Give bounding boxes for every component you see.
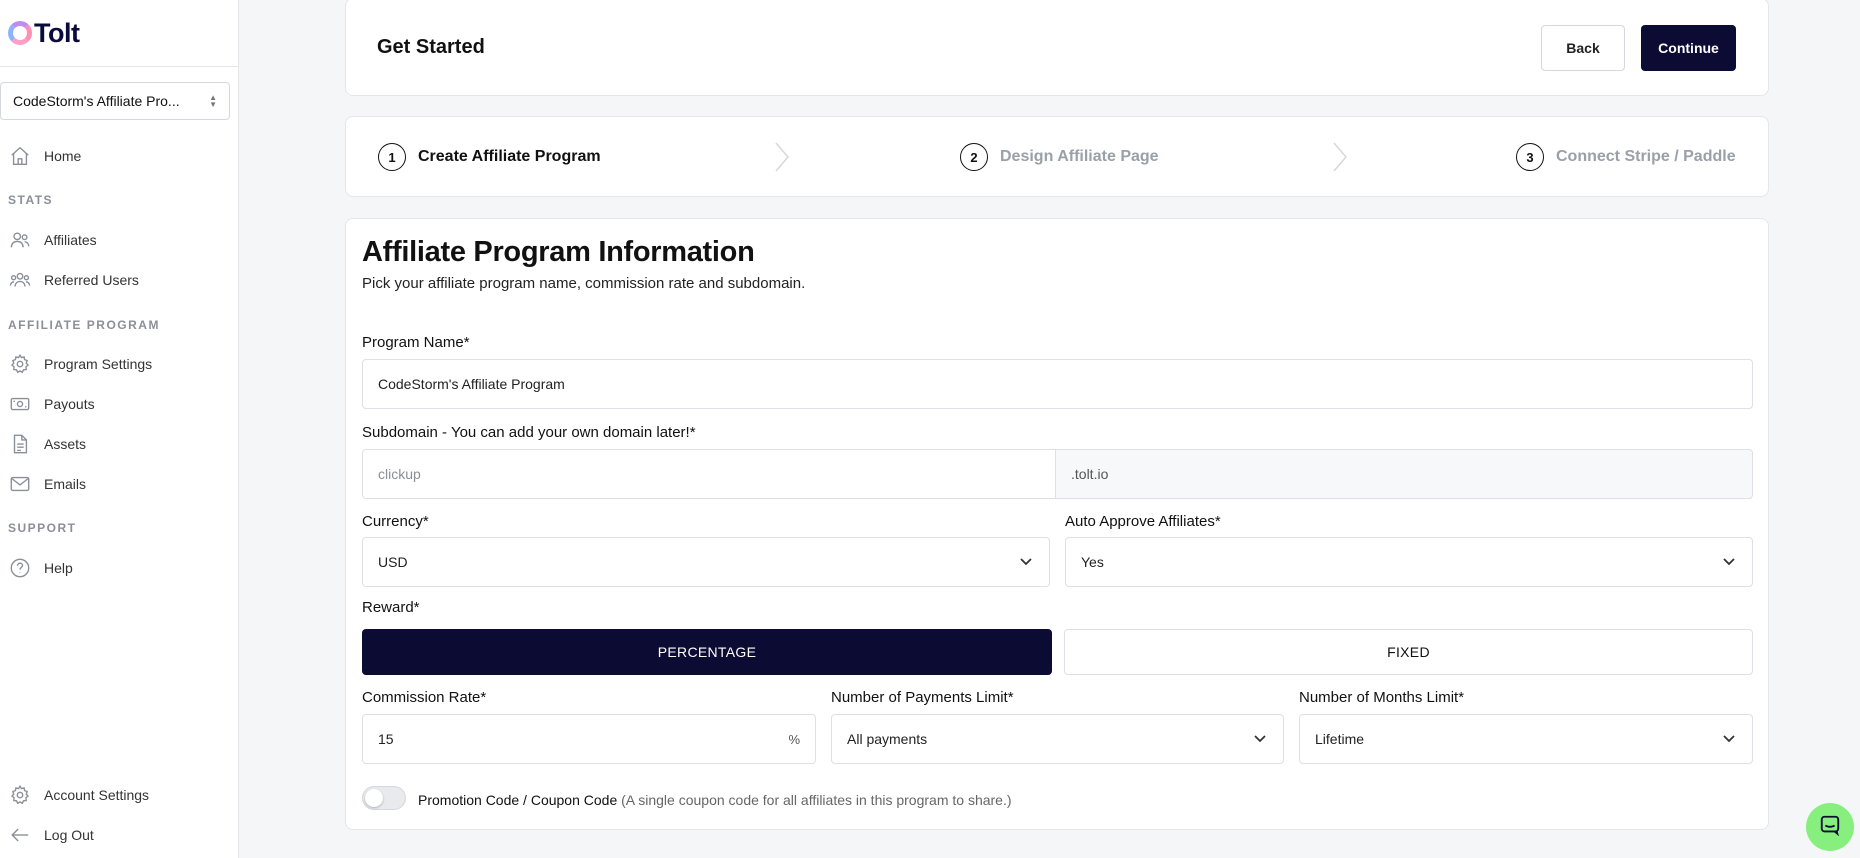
users-icon [9, 229, 31, 251]
reward-fixed-button[interactable]: FIXED [1064, 629, 1753, 675]
step-number: 2 [960, 143, 988, 171]
auto-approve-label: Auto Approve Affiliates* [1065, 513, 1221, 530]
form-title: Affiliate Program Information [362, 236, 755, 268]
step-label: Create Affiliate Program [418, 148, 601, 165]
sidebar-item-label: Assets [44, 436, 87, 452]
step-number: 1 [378, 143, 406, 171]
sidebar-item-home[interactable]: Home [0, 139, 239, 173]
commission-rate-value: 15 [378, 731, 394, 747]
reward-label: Reward* [362, 599, 420, 616]
step-number: 3 [1516, 143, 1544, 171]
months-limit-label: Number of Months Limit* [1299, 689, 1465, 706]
sidebar-item-payouts[interactable]: Payouts [0, 387, 239, 421]
cash-icon [9, 393, 31, 415]
program-switcher-label: CodeStorm's Affiliate Pro... [13, 93, 180, 109]
subdomain-placeholder: clickup [378, 466, 421, 482]
onboarding-stepper: 1 Create Affiliate Program 2 Design Affi… [345, 116, 1769, 197]
reward-percentage-button[interactable]: PERCENTAGE [362, 629, 1052, 675]
sidebar-item-label: Log Out [44, 827, 94, 843]
affiliate-program-form: Affiliate Program Information Pick your … [345, 218, 1769, 830]
chevron-down-icon [1721, 553, 1737, 572]
chat-icon [1819, 814, 1841, 841]
currency-label: Currency* [362, 513, 429, 530]
section-label-affiliate-program: AFFILIATE PROGRAM [8, 318, 160, 332]
subdomain-input[interactable]: clickup [362, 449, 1056, 499]
step-create-affiliate-program[interactable]: 1 Create Affiliate Program [378, 143, 601, 171]
chevron-down-icon [1721, 730, 1737, 749]
tolt-logo[interactable]: Tolt [8, 16, 80, 50]
payments-limit-value: All payments [847, 731, 928, 747]
sidebar-item-program-settings[interactable]: Program Settings [0, 347, 239, 381]
chat-widget-button[interactable] [1806, 803, 1854, 851]
step-label: Connect Stripe / Paddle [1556, 148, 1736, 165]
step-design-affiliate-page[interactable]: 2 Design Affiliate Page [960, 143, 1159, 171]
sidebar-item-referred-users[interactable]: Referred Users [0, 263, 239, 297]
step-label: Design Affiliate Page [1000, 148, 1159, 165]
currency-value: USD [378, 554, 408, 570]
form-subtitle: Pick your affiliate program name, commis… [362, 275, 806, 292]
gear-icon [9, 353, 31, 375]
commission-rate-label: Commission Rate* [362, 689, 487, 706]
promo-code-toggle[interactable] [362, 786, 406, 810]
document-icon [9, 433, 31, 455]
promo-code-label: Promotion Code / Coupon Code (A single c… [418, 792, 1012, 808]
program-name-label: Program Name* [362, 334, 470, 351]
question-circle-icon [9, 557, 31, 579]
sidebar-item-emails[interactable]: Emails [0, 467, 239, 501]
mail-icon [9, 473, 31, 495]
payments-limit-select[interactable]: All payments [831, 714, 1284, 764]
months-limit-select[interactable]: Lifetime [1299, 714, 1753, 764]
gear-icon [9, 784, 31, 806]
program-name-input[interactable]: CodeStorm's Affiliate Program [362, 359, 1753, 409]
toggle-knob [365, 789, 383, 807]
sidebar-item-log-out[interactable]: Log Out [0, 818, 239, 852]
chevron-right-icon [764, 140, 798, 174]
sidebar-item-label: Emails [44, 476, 87, 492]
back-button[interactable]: Back [1541, 25, 1625, 71]
home-icon [9, 145, 31, 167]
arrow-left-icon [9, 824, 31, 846]
sidebar-divider [0, 66, 239, 67]
section-label-stats: STATS [8, 193, 54, 207]
chevron-updown-icon: ▲ ▼ [209, 93, 217, 109]
section-label-support: SUPPORT [8, 521, 77, 535]
months-limit-value: Lifetime [1315, 731, 1365, 747]
promo-code-title: Promotion Code / Coupon Code [418, 792, 618, 808]
chevron-right-icon [1322, 140, 1356, 174]
program-name-value: CodeStorm's Affiliate Program [378, 376, 565, 392]
get-started-header: Get Started Back Continue [345, 0, 1769, 96]
user-group-icon [9, 269, 31, 291]
auto-approve-value: Yes [1081, 554, 1104, 570]
payments-limit-label: Number of Payments Limit* [831, 689, 1014, 706]
sidebar-item-label: Program Settings [44, 356, 153, 372]
sidebar-item-account-settings[interactable]: Account Settings [0, 778, 239, 812]
chevron-down-icon [1018, 553, 1034, 572]
continue-button[interactable]: Continue [1641, 25, 1736, 71]
subdomain-label: Subdomain - You can add your own domain … [362, 424, 696, 441]
program-switcher[interactable]: CodeStorm's Affiliate Pro... ▲ ▼ [0, 82, 230, 120]
page-title: Get Started [377, 36, 485, 58]
sidebar-item-affiliates[interactable]: Affiliates [0, 223, 239, 257]
commission-rate-input[interactable]: 15 % [362, 714, 816, 764]
sidebar-item-help[interactable]: Help [0, 551, 239, 585]
sidebar-item-assets[interactable]: Assets [0, 427, 239, 461]
sidebar-item-label: Affiliates [44, 232, 97, 248]
subdomain-suffix: .tolt.io [1055, 449, 1753, 499]
promo-code-hint: (A single coupon code for all affiliates… [621, 792, 1012, 808]
sidebar-item-label: Payouts [44, 396, 95, 412]
sidebar: Tolt CodeStorm's Affiliate Pro... ▲ ▼ Hom… [0, 0, 239, 858]
sidebar-item-label: Referred Users [44, 272, 139, 288]
chevron-down-icon [1252, 730, 1268, 749]
step-connect-stripe-paddle[interactable]: 3 Connect Stripe / Paddle [1516, 143, 1736, 171]
logo-text: Tolt [34, 17, 80, 48]
sidebar-item-label: Account Settings [44, 787, 150, 803]
sidebar-item-label: Help [44, 560, 73, 576]
currency-select[interactable]: USD [362, 537, 1050, 587]
sidebar-item-label: Home [44, 148, 82, 164]
subdomain-suffix-text: .tolt.io [1071, 466, 1109, 482]
percent-unit: % [788, 731, 800, 747]
auto-approve-select[interactable]: Yes [1065, 537, 1753, 587]
logo-ring-icon [8, 21, 32, 45]
